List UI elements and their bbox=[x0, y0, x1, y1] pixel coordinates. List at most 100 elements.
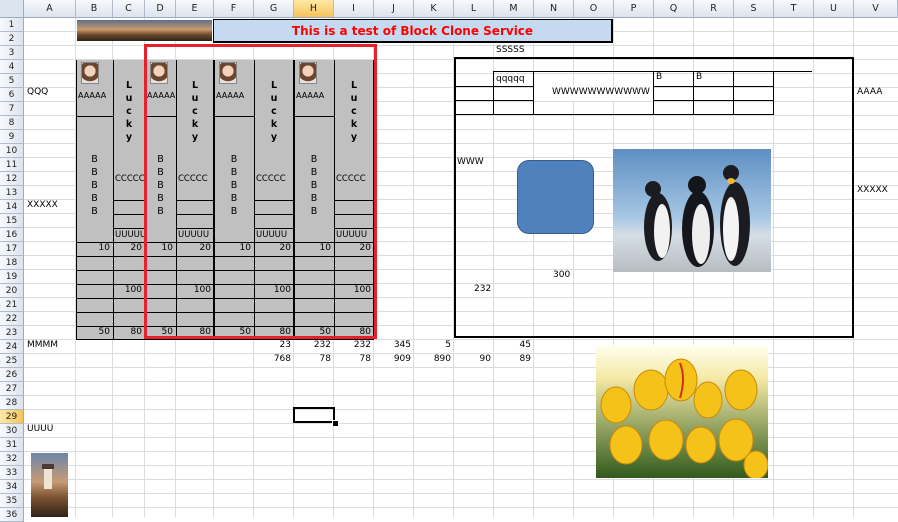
column-header-E[interactable]: E bbox=[176, 0, 214, 18]
column-header-P[interactable]: P bbox=[614, 0, 654, 18]
row-header-23[interactable]: 23 bbox=[0, 326, 24, 340]
column-header-I[interactable]: I bbox=[334, 0, 374, 18]
block-border bbox=[76, 339, 145, 340]
title-banner[interactable]: This is a test of Block Clone Service bbox=[213, 19, 613, 43]
row-header-4[interactable]: 4 bbox=[0, 60, 24, 74]
cell-K25[interactable]: 890 bbox=[414, 354, 451, 364]
row-header-19[interactable]: 19 bbox=[0, 270, 24, 284]
column-header-U[interactable]: U bbox=[814, 0, 854, 18]
block-value-50[interactable]: 50 bbox=[76, 327, 110, 337]
row-header-14[interactable]: 14 bbox=[0, 200, 24, 214]
person-thumbnail[interactable] bbox=[81, 62, 99, 84]
block-value-20[interactable]: 20 bbox=[113, 243, 142, 253]
column-header-V[interactable]: V bbox=[854, 0, 898, 18]
column-header-D[interactable]: D bbox=[145, 0, 176, 18]
row-header-27[interactable]: 27 bbox=[0, 382, 24, 396]
fill-handle[interactable] bbox=[332, 420, 339, 427]
cell-300[interactable]: 300 bbox=[553, 270, 570, 280]
column-header-C[interactable]: C bbox=[113, 0, 145, 18]
row-header-35[interactable]: 35 bbox=[0, 494, 24, 508]
row-header-30[interactable]: 30 bbox=[0, 424, 24, 438]
row-header-16[interactable]: 16 bbox=[0, 228, 24, 242]
cell-H24[interactable]: 232 bbox=[294, 340, 331, 350]
column-header-Q[interactable]: Q bbox=[654, 0, 694, 18]
cell-xxxxx-right[interactable]: XXXXX bbox=[857, 185, 888, 195]
column-header-R[interactable]: R bbox=[694, 0, 734, 18]
row-header-10[interactable]: 10 bbox=[0, 144, 24, 158]
row-header-28[interactable]: 28 bbox=[0, 396, 24, 410]
cell-aaaa[interactable]: AAAA bbox=[857, 87, 882, 97]
landscape-image-top[interactable] bbox=[77, 20, 212, 41]
column-header-B[interactable]: B bbox=[76, 0, 113, 18]
cell-J24[interactable]: 345 bbox=[374, 340, 411, 350]
tulips-image[interactable] bbox=[596, 345, 768, 478]
row-header-20[interactable]: 20 bbox=[0, 284, 24, 298]
cell-232[interactable]: 232 bbox=[474, 284, 491, 294]
cell-I25[interactable]: 78 bbox=[334, 354, 371, 364]
row-header-18[interactable]: 18 bbox=[0, 256, 24, 270]
rounded-rectangle-shape[interactable] bbox=[517, 160, 594, 234]
row-header-25[interactable]: 25 bbox=[0, 354, 24, 368]
row-header-15[interactable]: 15 bbox=[0, 214, 24, 228]
cell-www[interactable]: WWW bbox=[457, 157, 484, 167]
column-header-J[interactable]: J bbox=[374, 0, 414, 18]
column-header-F[interactable]: F bbox=[214, 0, 254, 18]
cell-qqqqq[interactable]: qqqqq bbox=[496, 74, 525, 84]
column-header-G[interactable]: G bbox=[254, 0, 294, 18]
block-label-aaaaa: AAAAA bbox=[78, 91, 107, 100]
cell-G25[interactable]: 768 bbox=[254, 354, 291, 364]
column-header-S[interactable]: S bbox=[734, 0, 774, 18]
row-header-22[interactable]: 22 bbox=[0, 312, 24, 326]
row-header-32[interactable]: 32 bbox=[0, 452, 24, 466]
tulips-icon bbox=[600, 358, 768, 478]
row-header-8[interactable]: 8 bbox=[0, 116, 24, 130]
block-value-100[interactable]: 100 bbox=[113, 285, 142, 295]
row-header-31[interactable]: 31 bbox=[0, 438, 24, 452]
column-header-T[interactable]: T bbox=[774, 0, 814, 18]
cell-M24[interactable]: 45 bbox=[494, 340, 531, 350]
cell-b-r[interactable]: B bbox=[696, 72, 702, 82]
row-header-7[interactable]: 7 bbox=[0, 102, 24, 116]
select-all-corner[interactable] bbox=[0, 0, 24, 18]
row-header-34[interactable]: 34 bbox=[0, 480, 24, 494]
column-header-O[interactable]: O bbox=[574, 0, 614, 18]
row-header-24[interactable]: 24 bbox=[0, 340, 24, 354]
row-header-3[interactable]: 3 bbox=[0, 46, 24, 60]
row-header-26[interactable]: 26 bbox=[0, 368, 24, 382]
lighthouse-image[interactable] bbox=[31, 453, 68, 517]
row-header-1[interactable]: 1 bbox=[0, 18, 24, 32]
column-header-K[interactable]: K bbox=[414, 0, 454, 18]
cell-J25[interactable]: 909 bbox=[374, 354, 411, 364]
row-header-21[interactable]: 21 bbox=[0, 298, 24, 312]
active-cell-H29[interactable] bbox=[293, 407, 335, 423]
column-header-L[interactable]: L bbox=[454, 0, 494, 18]
block-value-10[interactable]: 10 bbox=[76, 243, 110, 253]
row-header-17[interactable]: 17 bbox=[0, 242, 24, 256]
cell-I24[interactable]: 232 bbox=[334, 340, 371, 350]
cell-b-q[interactable]: B bbox=[656, 72, 662, 82]
row-header-5[interactable]: 5 bbox=[0, 74, 24, 88]
cell-wwww-long[interactable]: WWWWWWWWWWW bbox=[552, 87, 650, 97]
cell-K24[interactable]: 5 bbox=[414, 340, 451, 350]
row-header-2[interactable]: 2 bbox=[0, 32, 24, 46]
cell-M25[interactable]: 89 bbox=[494, 354, 531, 364]
cell-L25[interactable]: 90 bbox=[454, 354, 491, 364]
cell-G24[interactable]: 23 bbox=[254, 340, 291, 350]
penguins-image[interactable] bbox=[613, 149, 771, 272]
gridline-horizontal bbox=[24, 507, 898, 508]
cell-H25[interactable]: 78 bbox=[294, 354, 331, 364]
row-header-29[interactable]: 29 bbox=[0, 410, 24, 424]
block-value-80[interactable]: 80 bbox=[113, 327, 142, 337]
row-header-9[interactable]: 9 bbox=[0, 130, 24, 144]
row-header-11[interactable]: 11 bbox=[0, 158, 24, 172]
column-header-M[interactable]: M bbox=[494, 0, 534, 18]
row-header-6[interactable]: 6 bbox=[0, 88, 24, 102]
row-header-13[interactable]: 13 bbox=[0, 186, 24, 200]
row-header-33[interactable]: 33 bbox=[0, 466, 24, 480]
clone-selection-border bbox=[144, 44, 377, 339]
row-header-12[interactable]: 12 bbox=[0, 172, 24, 186]
column-header-N[interactable]: N bbox=[534, 0, 574, 18]
column-header-A[interactable]: A bbox=[24, 0, 76, 18]
column-header-H[interactable]: H bbox=[294, 0, 334, 18]
row-header-36[interactable]: 36 bbox=[0, 508, 24, 522]
